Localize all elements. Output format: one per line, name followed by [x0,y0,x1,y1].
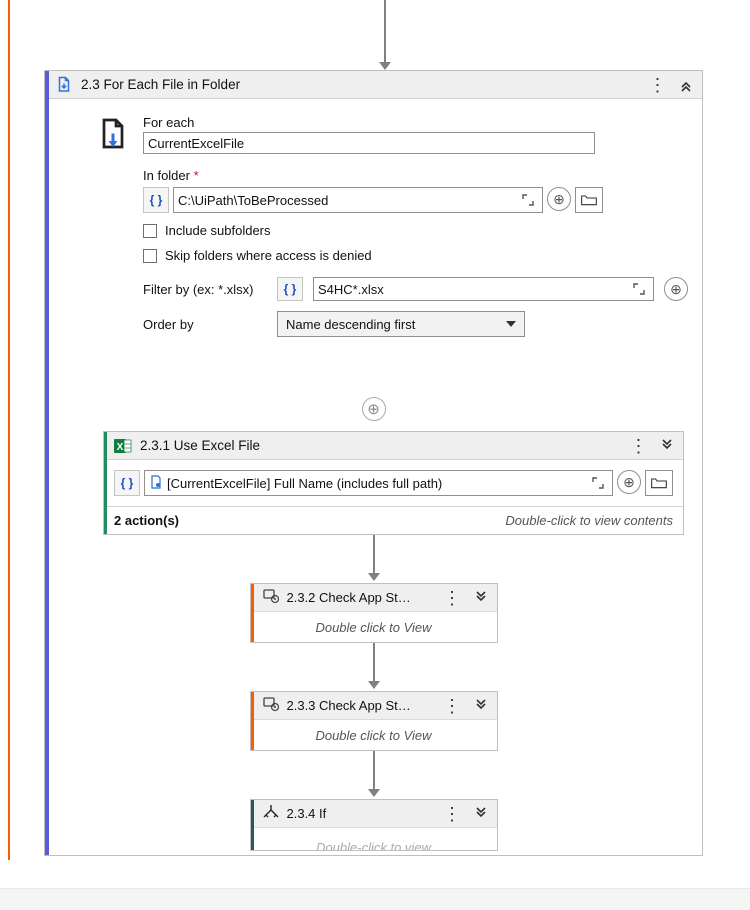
file-download-icon-large [95,117,131,153]
activity-expand-button[interactable] [471,696,491,716]
skip-denied-label: Skip folders where access is denied [165,248,372,263]
filter-by-label: Filter by (ex: *.xlsx) [143,282,267,297]
filter-by-input[interactable]: S4HC*.xlsx [313,277,654,301]
add-expression-button[interactable]: ⊕ [617,470,641,494]
activity-expand-button[interactable] [657,436,677,456]
activity-accent-stripe [45,71,49,855]
for-each-input[interactable] [143,132,595,154]
chevron-down-icon [506,321,516,327]
double-click-hint: Double-click to view contents [505,513,673,528]
activity-expand-button[interactable] [471,588,491,608]
double-click-hint: Double click to View [251,612,497,642]
in-folder-label: In folder [143,168,688,183]
activity-accent-stripe [251,692,254,750]
activity-accent-stripe [251,800,254,850]
activity-menu-button[interactable]: ⋮ [443,696,463,716]
fullscreen-icon[interactable] [629,283,649,295]
activity-header[interactable]: X 2.3.1 Use Excel File ⋮ [104,432,683,460]
excel-file-path-input[interactable]: [CurrentExcelFile] Full Name (includes f… [144,470,613,496]
flow-arrow [45,643,702,691]
fullscreen-icon[interactable] [588,477,608,489]
activity-for-each-file-in-folder[interactable]: 2.3 For Each File in Folder ⋮ For each I… [44,70,703,856]
activity-use-excel-file[interactable]: X 2.3.1 Use Excel File ⋮ { } [CurrentExc… [103,431,684,535]
flow-arrow [45,535,702,583]
activity-title: 2.3 For Each File in Folder [81,77,640,92]
parent-accent-stripe [8,0,10,860]
double-click-hint: Double-click to view [251,828,497,850]
skip-denied-checkbox[interactable] [143,249,157,263]
activity-check-app-state-1[interactable]: 2.3.2 Check App St… ⋮ Double click to Vi… [250,583,498,643]
activity-menu-button[interactable]: ⋮ [648,75,668,95]
bottom-cutoff [0,888,750,910]
expression-braces-icon: { } [143,187,169,213]
workflow-canvas[interactable]: 2.3 For Each File in Folder ⋮ For each I… [0,0,750,910]
flow-arrow [45,751,702,799]
activity-menu-button[interactable]: ⋮ [443,804,463,824]
activity-title: 2.3.3 Check App St… [287,698,435,713]
expression-braces-icon: { } [114,470,140,496]
add-activity-button[interactable]: ⊕ [362,397,386,421]
activity-expand-button[interactable] [471,804,491,824]
activity-accent-stripe [251,584,254,642]
branch-icon [263,804,279,823]
activity-menu-button[interactable]: ⋮ [443,588,463,608]
double-click-hint: Double click to View [251,720,497,750]
activity-collapse-button[interactable] [676,75,696,95]
include-subfolders-label: Include subfolders [165,223,271,238]
activity-title: 2.3.1 Use Excel File [140,438,621,453]
expression-braces-icon: { } [277,277,303,301]
actions-count-label: 2 action(s) [114,513,179,528]
activity-if[interactable]: 2.3.4 If ⋮ Double-click to view [250,799,498,851]
order-by-label: Order by [143,317,267,332]
activity-menu-button[interactable]: ⋮ [629,436,649,456]
activity-check-app-state-2[interactable]: 2.3.3 Check App St… ⋮ Double click to Vi… [250,691,498,751]
add-expression-button[interactable]: ⊕ [664,277,688,301]
order-by-select[interactable]: Name descending first [277,311,525,337]
activity-title: 2.3.2 Check App St… [287,590,435,605]
add-expression-button[interactable]: ⊕ [547,187,571,211]
activity-header[interactable]: 2.3 For Each File in Folder ⋮ [45,71,702,99]
for-each-label: For each [143,115,688,130]
fullscreen-icon[interactable] [518,194,538,206]
check-app-state-icon [263,588,279,607]
browse-folder-button[interactable] [575,187,603,213]
activity-title: 2.3.4 If [287,806,435,821]
file-ref-icon [149,475,163,492]
include-subfolders-checkbox[interactable] [143,224,157,238]
in-folder-input[interactable]: C:\UiPath\ToBeProcessed [173,187,543,213]
check-app-state-icon [263,696,279,715]
activity-accent-stripe [104,432,107,534]
file-download-icon [55,76,73,94]
flow-arrow-incoming [379,0,391,70]
svg-text:X: X [117,442,124,453]
browse-file-button[interactable] [645,470,673,496]
excel-icon: X [114,437,132,455]
